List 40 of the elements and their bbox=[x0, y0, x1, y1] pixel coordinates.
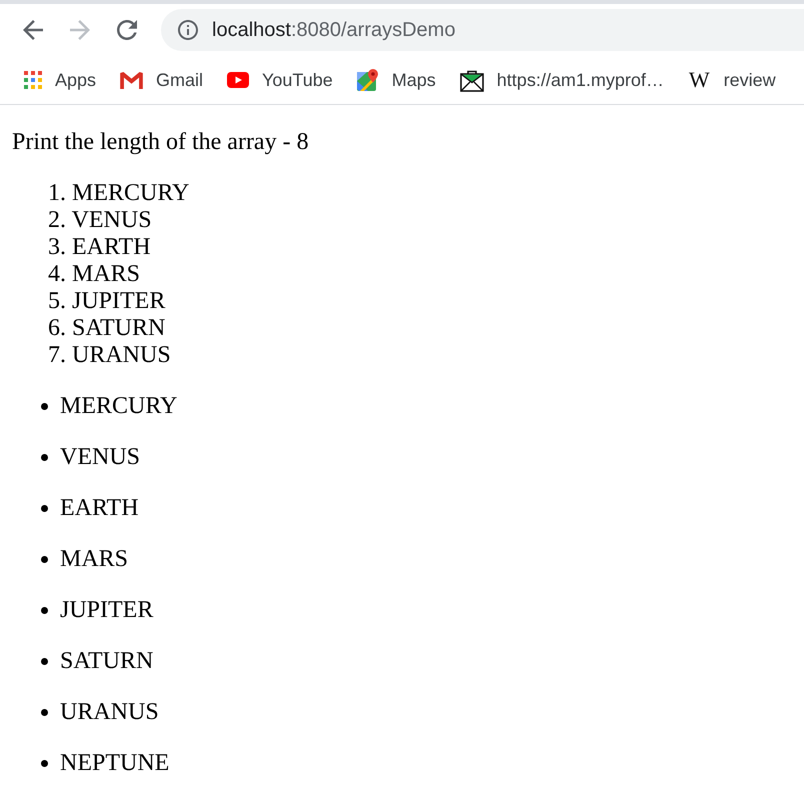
bookmark-link[interactable]: YouTube bbox=[227, 70, 333, 90]
map-icon bbox=[356, 69, 379, 91]
list-item: 5. JUPITER bbox=[48, 288, 166, 314]
mail-icon bbox=[120, 72, 144, 88]
page-heading: Print the length of the array - 8 bbox=[12, 129, 310, 156]
list-item: VENUS bbox=[60, 444, 140, 471]
bullet-icon bbox=[41, 505, 48, 512]
bookmark-link[interactable]: Apps bbox=[24, 70, 96, 90]
envelope-icon bbox=[460, 68, 484, 92]
list-item: SATURN bbox=[60, 648, 154, 675]
list-item: JUPITER bbox=[60, 597, 154, 624]
list-item: 6. SATURN bbox=[48, 315, 166, 341]
video-play-icon bbox=[227, 72, 250, 88]
bookmark-link[interactable]: Gmail bbox=[120, 70, 204, 90]
bookmark-link[interactable]: https://am1.myprof… bbox=[460, 68, 664, 92]
list-item: 3. EARTH bbox=[48, 234, 151, 260]
bookmark-link[interactable]: Maps bbox=[356, 69, 436, 91]
bullet-icon bbox=[41, 607, 48, 614]
circular-arrow-icon[interactable] bbox=[117, 20, 137, 40]
info-icon[interactable] bbox=[178, 20, 198, 40]
bullet-icon bbox=[41, 760, 48, 767]
bullet-icon bbox=[41, 658, 48, 665]
grid-icon bbox=[24, 71, 42, 89]
list-item: MARS bbox=[60, 546, 128, 573]
bullet-icon bbox=[41, 556, 48, 563]
list-item: 7. URANUS bbox=[48, 342, 171, 368]
bullet-icon bbox=[41, 454, 48, 461]
bookmark-link[interactable]: W review bbox=[688, 69, 776, 91]
list-item: URANUS bbox=[60, 699, 159, 726]
list-item: 2. VENUS bbox=[48, 207, 152, 233]
bullet-icon bbox=[41, 403, 48, 410]
list-item: EARTH bbox=[60, 495, 139, 522]
list-item: MERCURY bbox=[60, 393, 178, 420]
list-item: 4. MARS bbox=[48, 261, 140, 287]
list-item: NEPTUNE bbox=[60, 750, 170, 777]
address-field[interactable]: localhost:8080/arraysDemo bbox=[161, 9, 804, 51]
list-item: 1. MERCURY bbox=[48, 180, 190, 206]
w-letter-icon: W bbox=[688, 69, 711, 91]
bullet-icon bbox=[41, 709, 48, 716]
left-arrow-icon[interactable] bbox=[23, 20, 43, 40]
